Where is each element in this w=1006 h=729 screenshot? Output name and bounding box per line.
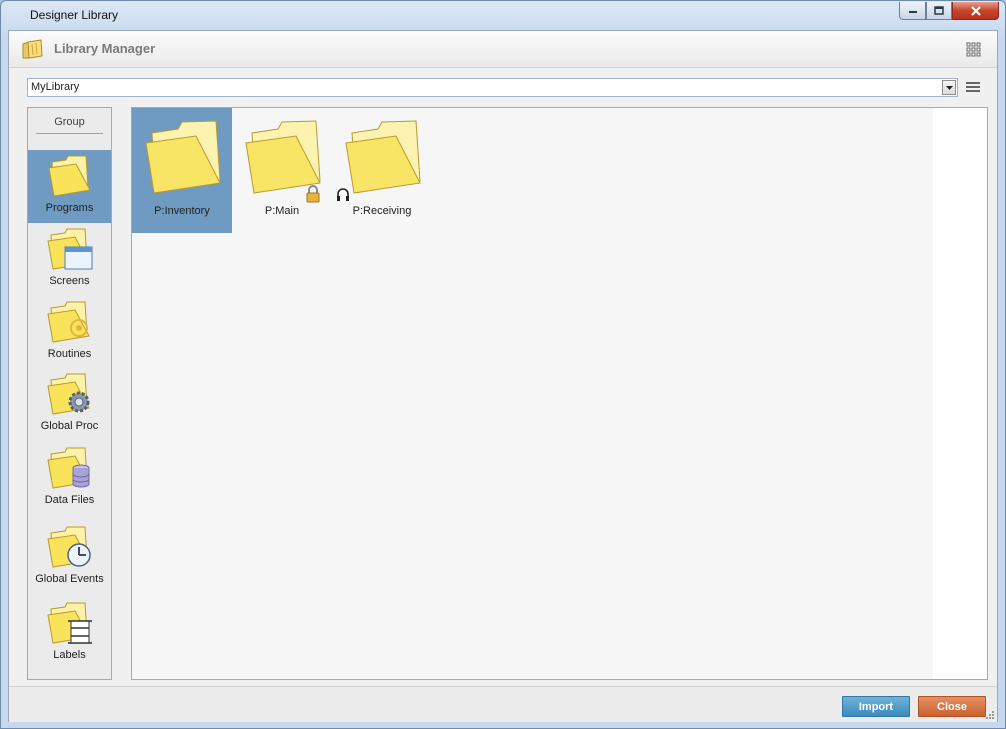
folder-icon: [345, 120, 421, 194]
library-items-view: P:Inventory P:Main P:Receiving: [131, 107, 988, 680]
library-item-label: P:Main: [264, 205, 300, 217]
folder-icon: [145, 120, 221, 194]
sidebar-item-global-events[interactable]: Global Events: [28, 521, 111, 594]
sidebar-item-labels[interactable]: Labels: [28, 597, 111, 670]
sidebar-item-label: Data Files: [44, 494, 95, 506]
designer-library-window: Designer Library Library Manager MyLibra…: [0, 0, 1006, 729]
library-manager-panel: Library Manager MyLibrary Group Programs…: [8, 30, 998, 722]
lock-icon: [306, 185, 320, 203]
sidebar-item-data-files[interactable]: Data Files: [28, 442, 111, 515]
library-select-value: MyLibrary: [31, 81, 80, 93]
group-sidebar: Group Programs Screens Routines Global P…: [27, 107, 112, 680]
library-select-dropdown-button[interactable]: [942, 80, 956, 95]
sidebar-item-label: Global Events: [35, 573, 104, 585]
library-item-p-inventory[interactable]: P:Inventory: [132, 108, 232, 233]
global-events-folder-icon: [46, 526, 91, 568]
library-item-p-receiving[interactable]: P:Receiving: [332, 108, 432, 233]
resize-grip-icon[interactable]: [985, 710, 995, 720]
folder-icon: [47, 155, 91, 197]
dialog-footer: Import Close: [9, 686, 997, 722]
window-title: Designer Library: [30, 8, 119, 22]
labels-folder-icon: [46, 602, 92, 644]
sidebar-item-label: Global Proc: [40, 420, 99, 432]
chevron-down-icon: [945, 85, 953, 90]
screens-folder-icon: [46, 228, 92, 270]
library-item-label: P:Receiving: [352, 205, 412, 217]
group-label: Group: [36, 116, 103, 134]
close-icon: [970, 5, 981, 16]
sidebar-item-label: Programs: [45, 202, 94, 214]
sidebar-item-label: Screens: [49, 275, 90, 287]
headset-icon: [337, 188, 349, 201]
sidebar-item-label: Labels: [53, 649, 86, 661]
sidebar-item-screens[interactable]: Screens: [28, 223, 111, 296]
minimize-icon: [908, 10, 917, 13]
panel-header: Library Manager: [9, 31, 997, 68]
library-item-label: P:Inventory: [154, 205, 210, 217]
routines-folder-icon: [46, 301, 90, 343]
hamburger-menu-icon[interactable]: [964, 78, 982, 96]
title-bar[interactable]: Designer Library: [1, 1, 1005, 29]
sidebar-item-programs[interactable]: Programs: [28, 150, 111, 223]
panel-title: Library Manager: [54, 41, 156, 56]
minimize-button[interactable]: [899, 2, 926, 20]
maximize-icon: [934, 6, 944, 15]
library-select[interactable]: MyLibrary: [27, 78, 958, 97]
library-icon: [22, 39, 43, 59]
library-item-p-main[interactable]: P:Main: [232, 108, 332, 233]
data-files-folder-icon: [46, 447, 90, 489]
window-close-button[interactable]: [952, 2, 999, 20]
import-button[interactable]: Import: [842, 696, 910, 717]
sidebar-item-label: Routines: [47, 348, 92, 360]
global-proc-folder-icon: [46, 373, 90, 415]
sidebar-item-global-proc[interactable]: Global Proc: [28, 368, 111, 441]
content-right-strip: [933, 108, 987, 679]
maximize-button[interactable]: [926, 2, 952, 20]
sidebar-item-routines[interactable]: Routines: [28, 296, 111, 369]
close-button[interactable]: Close: [918, 696, 986, 717]
grid-view-icon[interactable]: [966, 42, 982, 58]
